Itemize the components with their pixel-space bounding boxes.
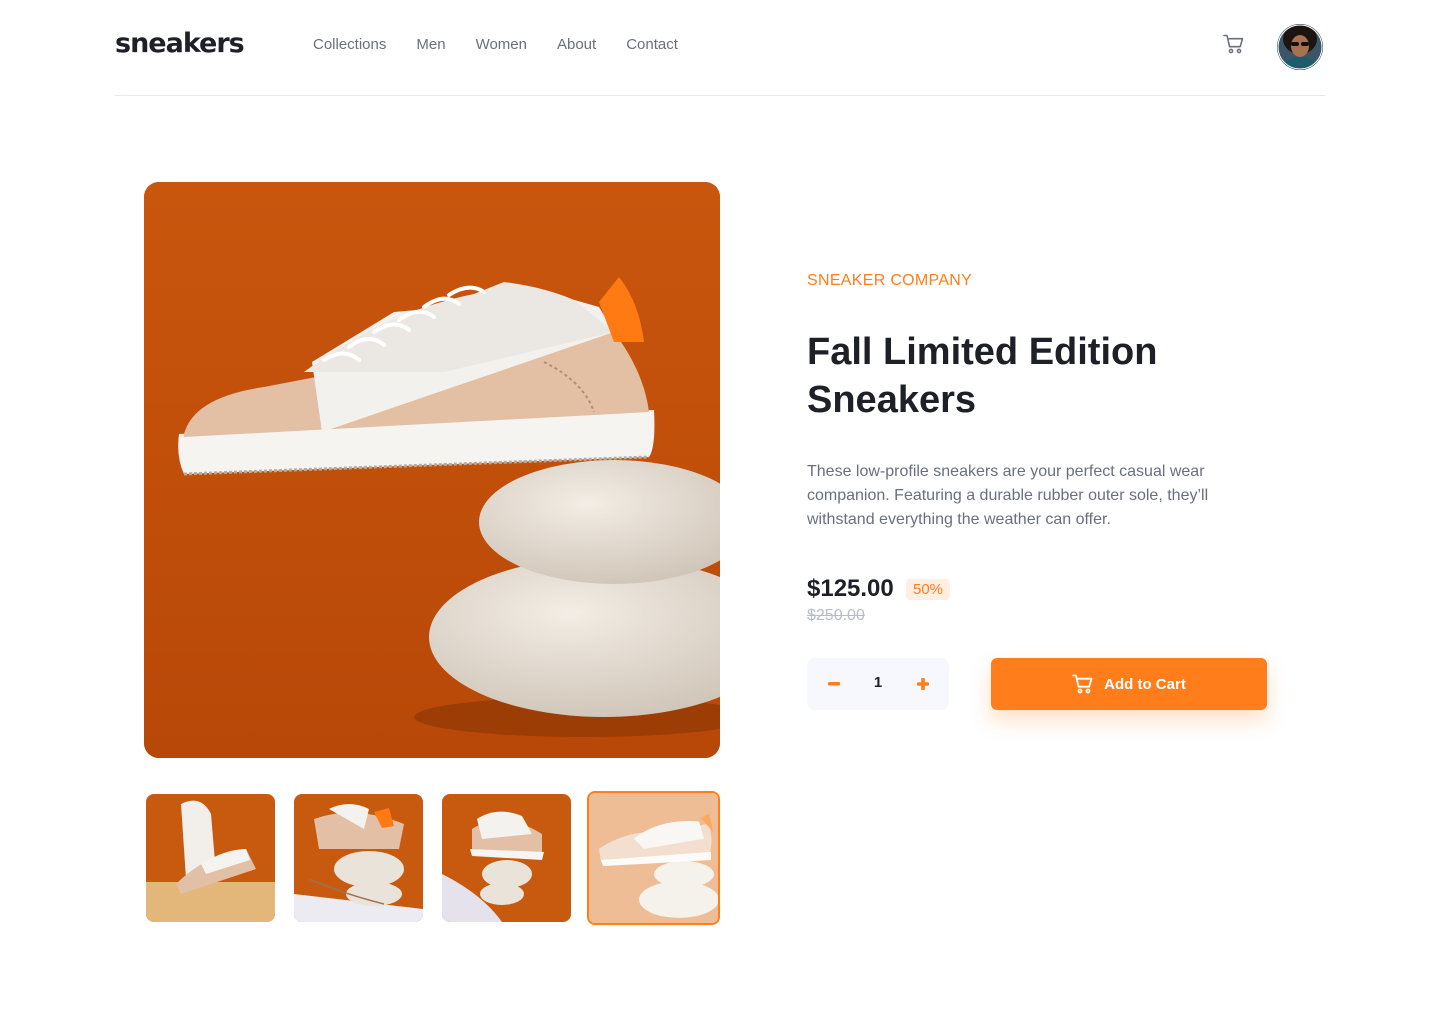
original-price: $250.00: [807, 607, 865, 624]
nav-collections[interactable]: Collections: [313, 36, 386, 53]
site-header: sneakers Collections Men Women About Con…: [115, 0, 1325, 96]
logo[interactable]: sneakers: [115, 28, 245, 59]
quantity-value[interactable]: 1: [867, 674, 889, 691]
cart-icon: [1072, 674, 1093, 694]
thumbnail-4-active[interactable]: [587, 791, 720, 925]
product-main-image[interactable]: [144, 182, 720, 758]
nav-men[interactable]: Men: [416, 36, 445, 53]
cart-icon[interactable]: [1223, 34, 1247, 56]
thumbnail-active-overlay: [589, 793, 718, 923]
add-to-cart-button[interactable]: Add to Cart: [991, 658, 1267, 710]
thumbnail-2[interactable]: [294, 794, 423, 922]
company-name: SNEAKER COMPANY: [807, 272, 973, 289]
product-title: Fall Limited Edition Sneakers: [807, 331, 1158, 421]
discount-badge: 50%: [906, 579, 951, 600]
add-to-cart-label: Add to Cart: [1104, 675, 1186, 693]
thumbnail-3[interactable]: [442, 794, 571, 922]
minus-icon[interactable]: [824, 674, 844, 694]
product-description: These low-profile sneakers are your perf…: [807, 463, 1209, 528]
main-nav: Collections Men Women About Contact: [313, 36, 708, 53]
quantity-stepper: 1: [807, 658, 949, 710]
thumbnail-1[interactable]: [146, 794, 275, 922]
avatar[interactable]: [1277, 24, 1323, 70]
thumbnail-strip: [146, 791, 720, 925]
nav-contact[interactable]: Contact: [626, 36, 678, 53]
nav-about[interactable]: About: [557, 36, 596, 53]
plus-icon[interactable]: [913, 674, 933, 694]
nav-women[interactable]: Women: [476, 36, 527, 53]
current-price: $125.00: [807, 575, 894, 602]
